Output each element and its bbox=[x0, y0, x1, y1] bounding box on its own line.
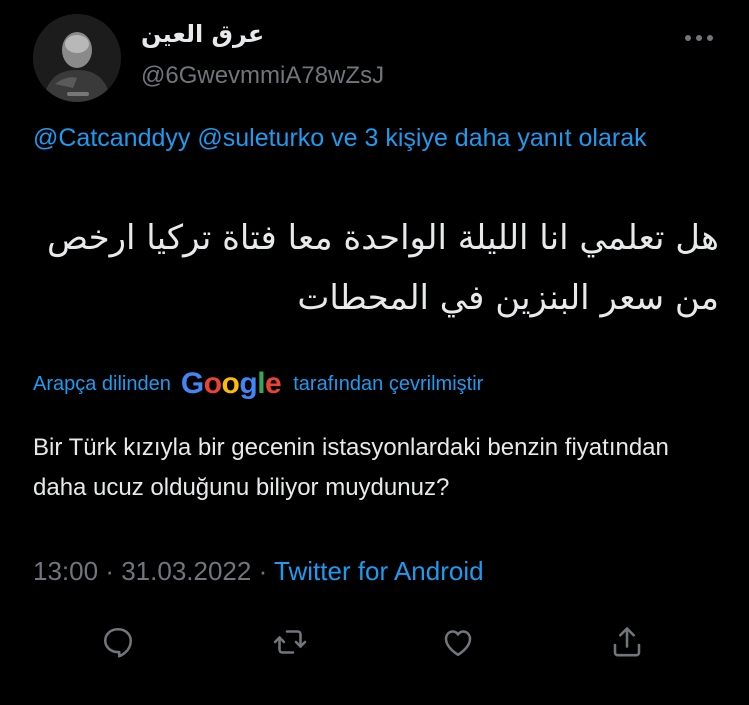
reply-more-link[interactable]: ve 3 kişiye daha yanıt olarak bbox=[331, 124, 646, 152]
action-bar bbox=[0, 614, 749, 670]
translated-text: Bir Türk kızıyla bir gecenin istasyonlar… bbox=[33, 434, 669, 501]
tweet-meta: 13:00 · 31.03.2022 · Twitter for Android bbox=[33, 556, 484, 587]
share-icon[interactable] bbox=[599, 614, 655, 670]
tweet-date[interactable]: 31.03.2022 bbox=[121, 556, 251, 586]
more-options-icon[interactable] bbox=[679, 22, 719, 54]
translation-banner[interactable]: Arapça dilinden Google tarafından çevril… bbox=[33, 366, 483, 402]
meta-separator: · bbox=[258, 556, 268, 586]
translation-banner-suffix: tarafından çevrilmiştir bbox=[293, 372, 484, 395]
retweet-icon[interactable] bbox=[262, 614, 318, 670]
tweet-text: هل تعلمي انا الليلة الواحدة معا فتاة ترك… bbox=[46, 218, 719, 318]
like-icon[interactable] bbox=[430, 614, 486, 670]
reply-context: @Catcanddyy @suleturko ve 3 kişiye daha … bbox=[33, 118, 723, 158]
translation-banner-prefix: Arapça dilinden bbox=[33, 372, 171, 395]
user-handle[interactable]: @6GwevmmiA78wZsJ bbox=[141, 62, 384, 90]
reply-user-link[interactable]: @Catcanddyy bbox=[33, 124, 190, 152]
tweet-source-link[interactable]: Twitter for Android bbox=[274, 556, 484, 586]
google-logo: Google bbox=[180, 367, 282, 400]
display-name[interactable]: عرق العين bbox=[141, 20, 264, 48]
reply-icon[interactable] bbox=[90, 614, 146, 670]
meta-separator: · bbox=[105, 556, 114, 586]
tweet-time[interactable]: 13:00 bbox=[33, 556, 98, 586]
avatar-photo bbox=[33, 14, 121, 102]
avatar[interactable] bbox=[33, 14, 121, 102]
reply-user-link[interactable]: @suleturko bbox=[197, 124, 324, 152]
